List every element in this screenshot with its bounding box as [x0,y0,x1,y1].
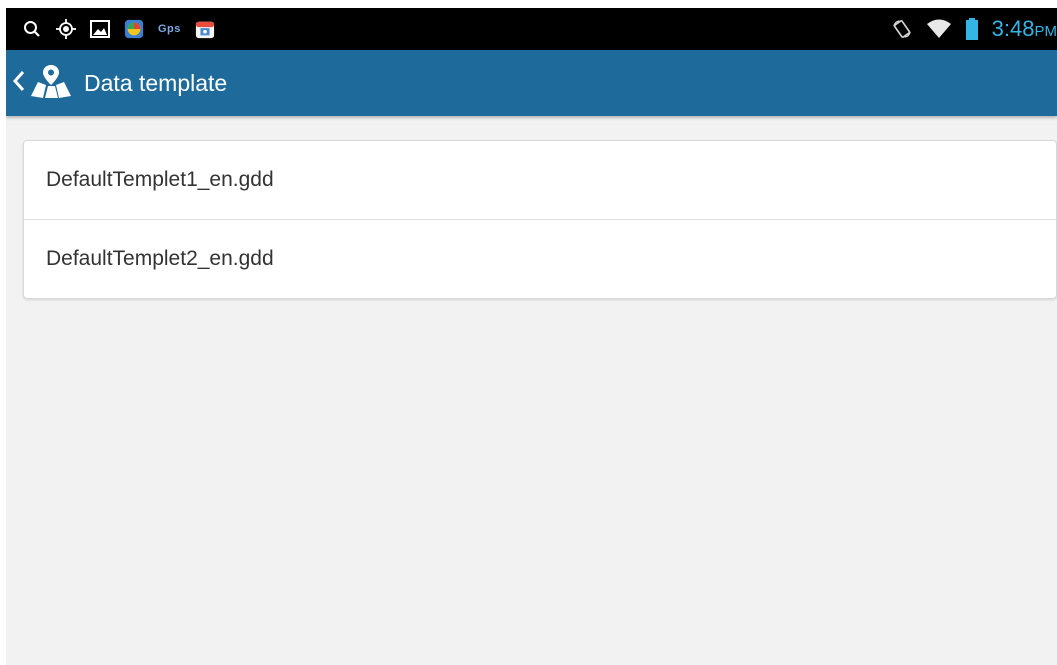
map-pin-app-icon [30,63,72,104]
clock-ampm: PM [1034,23,1057,40]
list-item-label: DefaultTemplet2_en.gdd [46,246,274,270]
battery-icon [965,18,978,40]
screenshot-frame: Gps 3:48PM Data template DefaultTemplet1… [0,0,1057,665]
status-right-icons: 3:48PM [892,8,1057,50]
status-bar: Gps 3:48PM [6,8,1057,50]
back-button[interactable] [6,50,78,116]
back-chevron-icon [12,69,26,98]
store-icon [195,19,215,39]
template-list: DefaultTemplet1_en.gdd DefaultTemplet2_e… [23,140,1057,299]
list-item-label: DefaultTemplet1_en.gdd [46,168,274,191]
wifi-icon [926,19,952,39]
status-left-icons: Gps [22,8,215,50]
action-bar: Data template [6,50,1057,116]
gps-icon: Gps [158,19,181,39]
gps-label: Gps [158,23,181,35]
app-icon [124,19,144,39]
device-screen: Gps 3:48PM Data template DefaultTemplet1… [6,8,1057,665]
list-item[interactable]: DefaultTemplet2_en.gdd [24,219,1056,297]
rotation-icon [892,19,912,39]
image-icon [90,19,110,39]
clock: 3:48PM [992,16,1057,42]
page-title: Data template [84,69,228,96]
list-item[interactable]: DefaultTemplet1_en.gdd [24,141,1056,219]
cropped-top-strip [0,0,1057,8]
clock-time: 3:48 [991,16,1035,41]
location-target-icon [56,19,76,39]
search-icon [22,19,42,39]
